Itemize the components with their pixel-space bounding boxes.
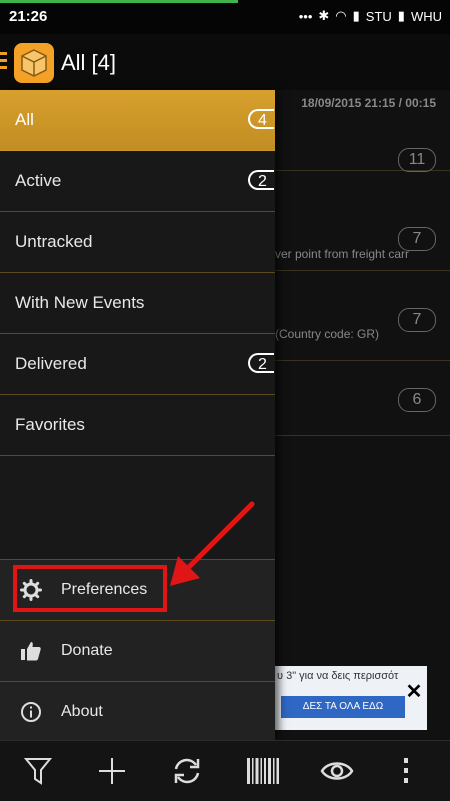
more-dots-icon: ••• bbox=[298, 8, 313, 24]
wifi-icon: ◠ bbox=[335, 8, 347, 23]
status-bar: 21:26 ••• ✱ ◠ ▮ STU ▮ WHU bbox=[0, 0, 450, 34]
event-count: 6 bbox=[398, 388, 436, 412]
list-item[interactable]: 11 bbox=[275, 110, 450, 172]
drawer-item-untracked[interactable]: Untracked bbox=[0, 212, 275, 273]
page-title: All [4] bbox=[61, 50, 117, 75]
event-count: 11 bbox=[398, 148, 436, 172]
overflow-menu-icon[interactable] bbox=[396, 756, 416, 786]
action-bar: All [4] bbox=[0, 34, 450, 90]
signal-icon: ▮ bbox=[397, 8, 405, 23]
count-badge: 2 bbox=[248, 170, 274, 190]
drawer-item-label: About bbox=[61, 703, 103, 720]
highlight-box bbox=[13, 565, 167, 612]
filter-icon[interactable] bbox=[21, 756, 55, 786]
drawer-item-about[interactable]: About bbox=[0, 681, 275, 742]
package-icon[interactable] bbox=[14, 43, 54, 83]
list-snippet: (Country code: GR) bbox=[275, 327, 380, 341]
barcode-icon[interactable] bbox=[246, 756, 280, 786]
ad-button[interactable]: ΔΕΣ ΤΑ ΟΛΑ ΕΔΩ bbox=[281, 696, 405, 718]
drawer-item-label: Donate bbox=[61, 642, 113, 659]
bluetooth-icon: ✱ bbox=[318, 8, 330, 23]
status-icons: ••• ✱ ◠ ▮ STU ▮ WHU bbox=[299, 8, 442, 24]
count-badge: 4 bbox=[248, 109, 274, 129]
event-count: 7 bbox=[398, 308, 436, 332]
ad-banner[interactable]: υ 3" για να δεις περισσότ ΔΕΣ ΤΑ ΟΛΑ ΕΔΩ… bbox=[275, 666, 427, 730]
list-item[interactable]: 7 bbox=[275, 270, 450, 361]
carrier2-label: WHU bbox=[410, 8, 442, 24]
drawer-item-label: Delivered bbox=[15, 354, 87, 373]
bottom-toolbar bbox=[0, 740, 450, 801]
close-icon[interactable]: ✕ bbox=[404, 682, 424, 702]
status-progress bbox=[0, 0, 238, 3]
thumbs-up-icon bbox=[20, 640, 42, 662]
drawer-item-label: Untracked bbox=[15, 232, 93, 251]
info-icon bbox=[20, 701, 42, 723]
drawer-item-label: All bbox=[15, 110, 34, 129]
carrier1-label: STU bbox=[365, 8, 392, 24]
drawer-item-label: With New Events bbox=[15, 293, 145, 312]
arrow-icon bbox=[170, 501, 255, 586]
navigation-drawer: All 4 Active 2 Untracked With New Events… bbox=[0, 90, 275, 742]
drawer-item-label: Favorites bbox=[15, 415, 85, 434]
list-snippet: ver point from freight carr bbox=[275, 247, 410, 261]
drawer-item-donate[interactable]: Donate bbox=[0, 620, 275, 681]
drawer-item-with-new-events[interactable]: With New Events bbox=[0, 273, 275, 334]
ad-text: υ 3" για να δεις περισσότ bbox=[277, 670, 399, 682]
drawer-item-all[interactable]: All 4 bbox=[0, 90, 275, 151]
drawer-item-delivered[interactable]: Delivered 2 bbox=[0, 334, 275, 395]
list-item[interactable]: 6 bbox=[275, 360, 450, 436]
eye-icon[interactable] bbox=[320, 756, 354, 786]
drawer-item-label: Active bbox=[15, 171, 62, 190]
status-time: 21:26 bbox=[9, 8, 48, 25]
drawer-item-favorites[interactable]: Favorites bbox=[0, 395, 275, 456]
refresh-icon[interactable] bbox=[170, 756, 204, 786]
list-date: 18/09/2015 21:15 / 00:15 bbox=[301, 96, 436, 110]
menu-icon[interactable] bbox=[0, 52, 7, 73]
add-icon[interactable] bbox=[95, 756, 129, 786]
signal-icon: ▮ bbox=[352, 8, 360, 23]
drawer-item-active[interactable]: Active 2 bbox=[0, 151, 275, 212]
count-badge: 2 bbox=[248, 353, 274, 373]
